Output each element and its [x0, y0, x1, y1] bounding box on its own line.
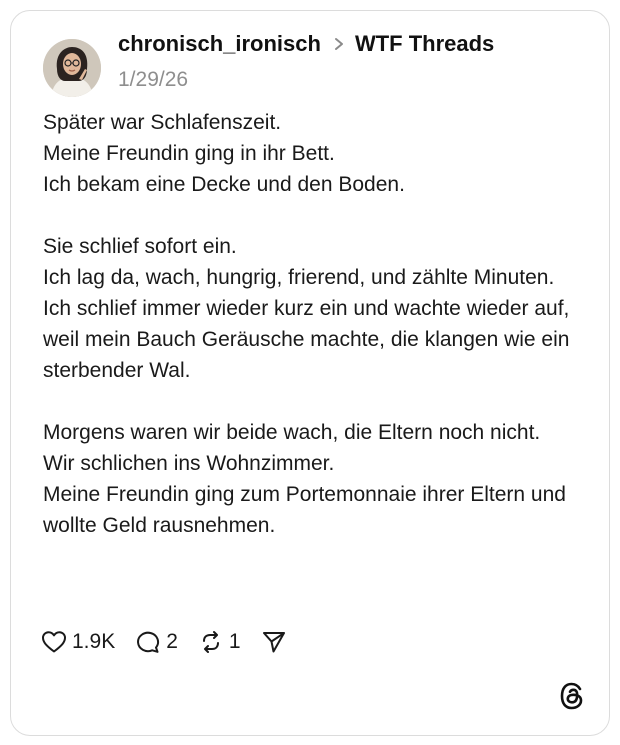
community-link[interactable]: WTF Threads [355, 31, 494, 57]
like-button[interactable]: 1.9K [41, 630, 115, 654]
share-button[interactable] [261, 630, 287, 654]
username-link[interactable]: chronisch_ironisch [118, 31, 321, 57]
text-line: Meine Freundin ging in ihr Bett. [43, 142, 335, 165]
post-body: Später war Schlafenszeit. Meine Freundin… [43, 107, 583, 541]
send-icon [261, 630, 287, 654]
heart-icon [41, 630, 67, 654]
reply-button[interactable]: 2 [135, 630, 178, 654]
text-line: Morgens waren wir beide wach, die Eltern… [43, 421, 541, 444]
post-date: 1/29/26 [118, 68, 189, 91]
text-line: Ich lag da, wach, hungrig, frierend, und… [43, 266, 555, 289]
chevron-right-icon [327, 37, 351, 51]
paragraph: Morgens waren wir beide wach, die Eltern… [43, 417, 583, 541]
repost-button[interactable]: 1 [198, 630, 241, 654]
comment-icon [135, 630, 161, 654]
post-card: chronisch_ironisch WTF Threads 1/29/26 S… [10, 10, 610, 736]
text-line: Später war Schlafenszeit. [43, 111, 282, 134]
text-line: Ich schlief immer wieder kurz ein und wa… [43, 297, 570, 382]
paragraph: Sie schlief sofort ein. Ich lag da, wach… [43, 231, 583, 386]
text-line: Ich bekam eine Decke und den Boden. [43, 173, 405, 196]
paragraph: Später war Schlafenszeit. Meine Freundin… [43, 107, 583, 200]
action-bar: 1.9K 2 1 [41, 626, 307, 658]
repost-count: 1 [228, 630, 241, 653]
avatar[interactable] [43, 39, 101, 97]
repost-icon [198, 630, 224, 654]
post-header: chronisch_ironisch WTF Threads [118, 31, 494, 57]
text-line: Sie schlief sofort ein. [43, 235, 237, 258]
like-count: 1.9K [72, 630, 116, 653]
threads-logo-icon[interactable] [558, 681, 586, 711]
text-line: Wir schlichen ins Wohnzimmer. [43, 452, 335, 475]
reply-count: 2 [166, 630, 178, 653]
text-line: Meine Freundin ging zum Portemonnaie ihr… [43, 483, 566, 537]
